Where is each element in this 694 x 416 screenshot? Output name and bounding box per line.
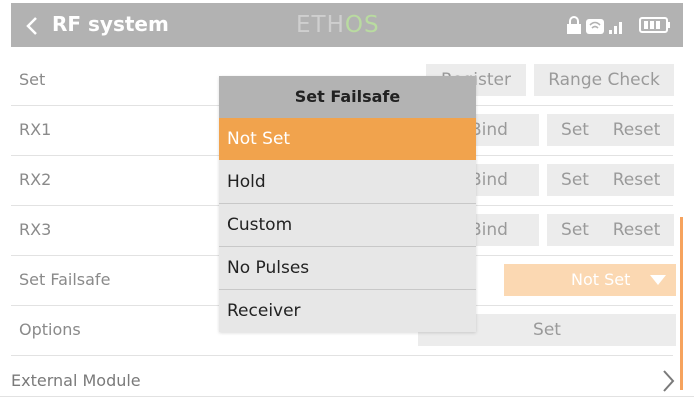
dropdown-triangle-icon xyxy=(650,275,666,285)
chevron-right-icon[interactable] xyxy=(660,368,676,394)
lock-icon xyxy=(567,16,581,34)
rx1-reset-button[interactable]: Reset xyxy=(599,114,674,146)
page-title: RF system xyxy=(52,12,169,36)
header-bar: RF system ETHOS xyxy=(0,0,694,52)
back-chevron-icon[interactable] xyxy=(25,15,39,37)
rx1-label: RX1 xyxy=(19,120,52,139)
option-no-pulses[interactable]: No Pulses xyxy=(219,247,476,290)
option-receiver[interactable]: Receiver xyxy=(219,290,476,332)
battery-icon xyxy=(639,17,670,33)
set-label: Set xyxy=(19,70,46,89)
popup-title: Set Failsafe xyxy=(219,76,476,118)
rx1-set-button[interactable]: Set xyxy=(547,114,603,146)
set-failsafe-popup: Set Failsafe Not Set Hold Custom No Puls… xyxy=(219,76,476,332)
rx3-reset-button[interactable]: Reset xyxy=(599,214,674,246)
option-not-set[interactable]: Not Set xyxy=(219,118,476,160)
bottom-divider xyxy=(0,396,694,397)
scrollbar[interactable] xyxy=(680,217,683,390)
external-module-label[interactable]: External Module xyxy=(11,371,141,390)
rx3-set-button[interactable]: Set xyxy=(547,214,603,246)
ethos-logo: ETHOS xyxy=(296,12,380,38)
set-failsafe-label: Set Failsafe xyxy=(19,270,111,289)
rx2-set-button[interactable]: Set xyxy=(547,164,603,196)
rx2-label: RX2 xyxy=(19,170,52,189)
range-check-button[interactable]: Range Check xyxy=(534,64,674,96)
options-label: Options xyxy=(19,320,81,339)
rf-module-icon xyxy=(586,19,604,34)
failsafe-dropdown-value: Not Set xyxy=(571,270,631,289)
option-hold[interactable]: Hold xyxy=(219,161,476,204)
rx3-label: RX3 xyxy=(19,220,52,239)
signal-bars-icon xyxy=(609,22,622,34)
failsafe-dropdown[interactable]: Not Set xyxy=(504,264,676,296)
rx2-reset-button[interactable]: Reset xyxy=(599,164,674,196)
option-custom[interactable]: Custom xyxy=(219,204,476,247)
